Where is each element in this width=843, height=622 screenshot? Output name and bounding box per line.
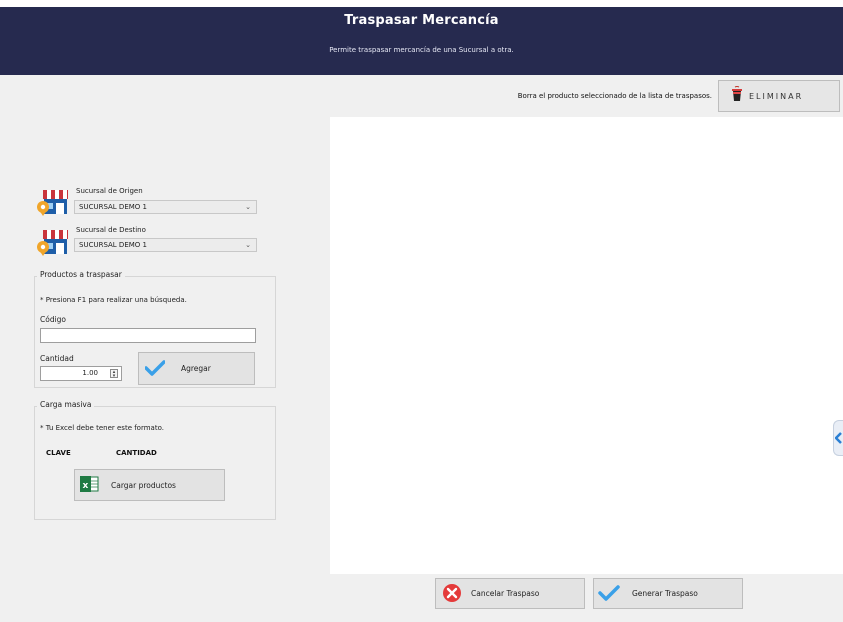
column-key-header: CLAVE (46, 449, 71, 457)
products-group-title: Productos a traspasar (37, 270, 125, 279)
cancel-icon (442, 583, 462, 605)
page-title: Traspasar Mercancía (344, 13, 499, 28)
destination-select[interactable]: SUCURSAL DEMO 1 ⌄ (74, 238, 257, 252)
excel-hint: * Tu Excel debe tener este formato. (40, 424, 164, 432)
load-products-button[interactable]: x Cargar productos (74, 469, 225, 501)
cancel-transfer-label: Cancelar Traspaso (471, 589, 540, 598)
generate-transfer-label: Generar Traspaso (632, 589, 698, 598)
spinner-icon[interactable]: ▴ ▾ (110, 369, 118, 379)
chevron-down-icon: ⌄ (245, 241, 251, 249)
delete-label: ELIMINAR (749, 91, 804, 101)
delete-button[interactable]: ELIMINAR (718, 80, 840, 112)
delete-hint: Borra el producto seleccionado de la lis… (517, 92, 712, 100)
bulk-group-title: Carga masiva (37, 400, 95, 409)
add-label: Agregar (181, 364, 211, 373)
add-button[interactable]: Agregar (138, 352, 255, 385)
origin-select[interactable]: SUCURSAL DEMO 1 ⌄ (74, 200, 257, 214)
transfer-list[interactable] (330, 117, 843, 574)
page-subtitle: Permite traspasar mercancía de una Sucur… (329, 46, 514, 54)
chevron-down-icon: ⌄ (245, 203, 251, 211)
side-panel-tab[interactable] (833, 420, 843, 456)
column-quantity-header: CANTIDAD (116, 449, 157, 457)
check-icon (598, 584, 620, 604)
page-header: Traspasar Mercancía Permite traspasar me… (0, 7, 843, 75)
store-icon (36, 188, 70, 220)
destination-selected: SUCURSAL DEMO 1 (79, 241, 147, 249)
quantity-label: Cantidad (40, 354, 74, 363)
excel-icon: x (79, 474, 99, 496)
store-icon (36, 228, 70, 260)
destination-label: Sucursal de Destino (76, 226, 146, 234)
cancel-transfer-button[interactable]: Cancelar Traspaso (435, 578, 585, 609)
generate-transfer-button[interactable]: Generar Traspaso (593, 578, 743, 609)
code-input[interactable] (40, 328, 256, 343)
load-products-label: Cargar productos (111, 480, 176, 490)
side-tab-arrow-icon (834, 429, 843, 448)
svg-text:x: x (83, 481, 89, 491)
quantity-stepper[interactable]: 1.00 ▴ ▾ (40, 366, 122, 381)
origin-selected: SUCURSAL DEMO 1 (79, 203, 147, 211)
check-icon (144, 359, 166, 378)
code-label: Código (40, 315, 67, 324)
origin-label: Sucursal de Origen (76, 187, 143, 195)
trash-icon (731, 86, 743, 106)
search-hint: * Presiona F1 para realizar una búsqueda… (40, 296, 187, 304)
quantity-value: 1.00 (82, 369, 98, 377)
